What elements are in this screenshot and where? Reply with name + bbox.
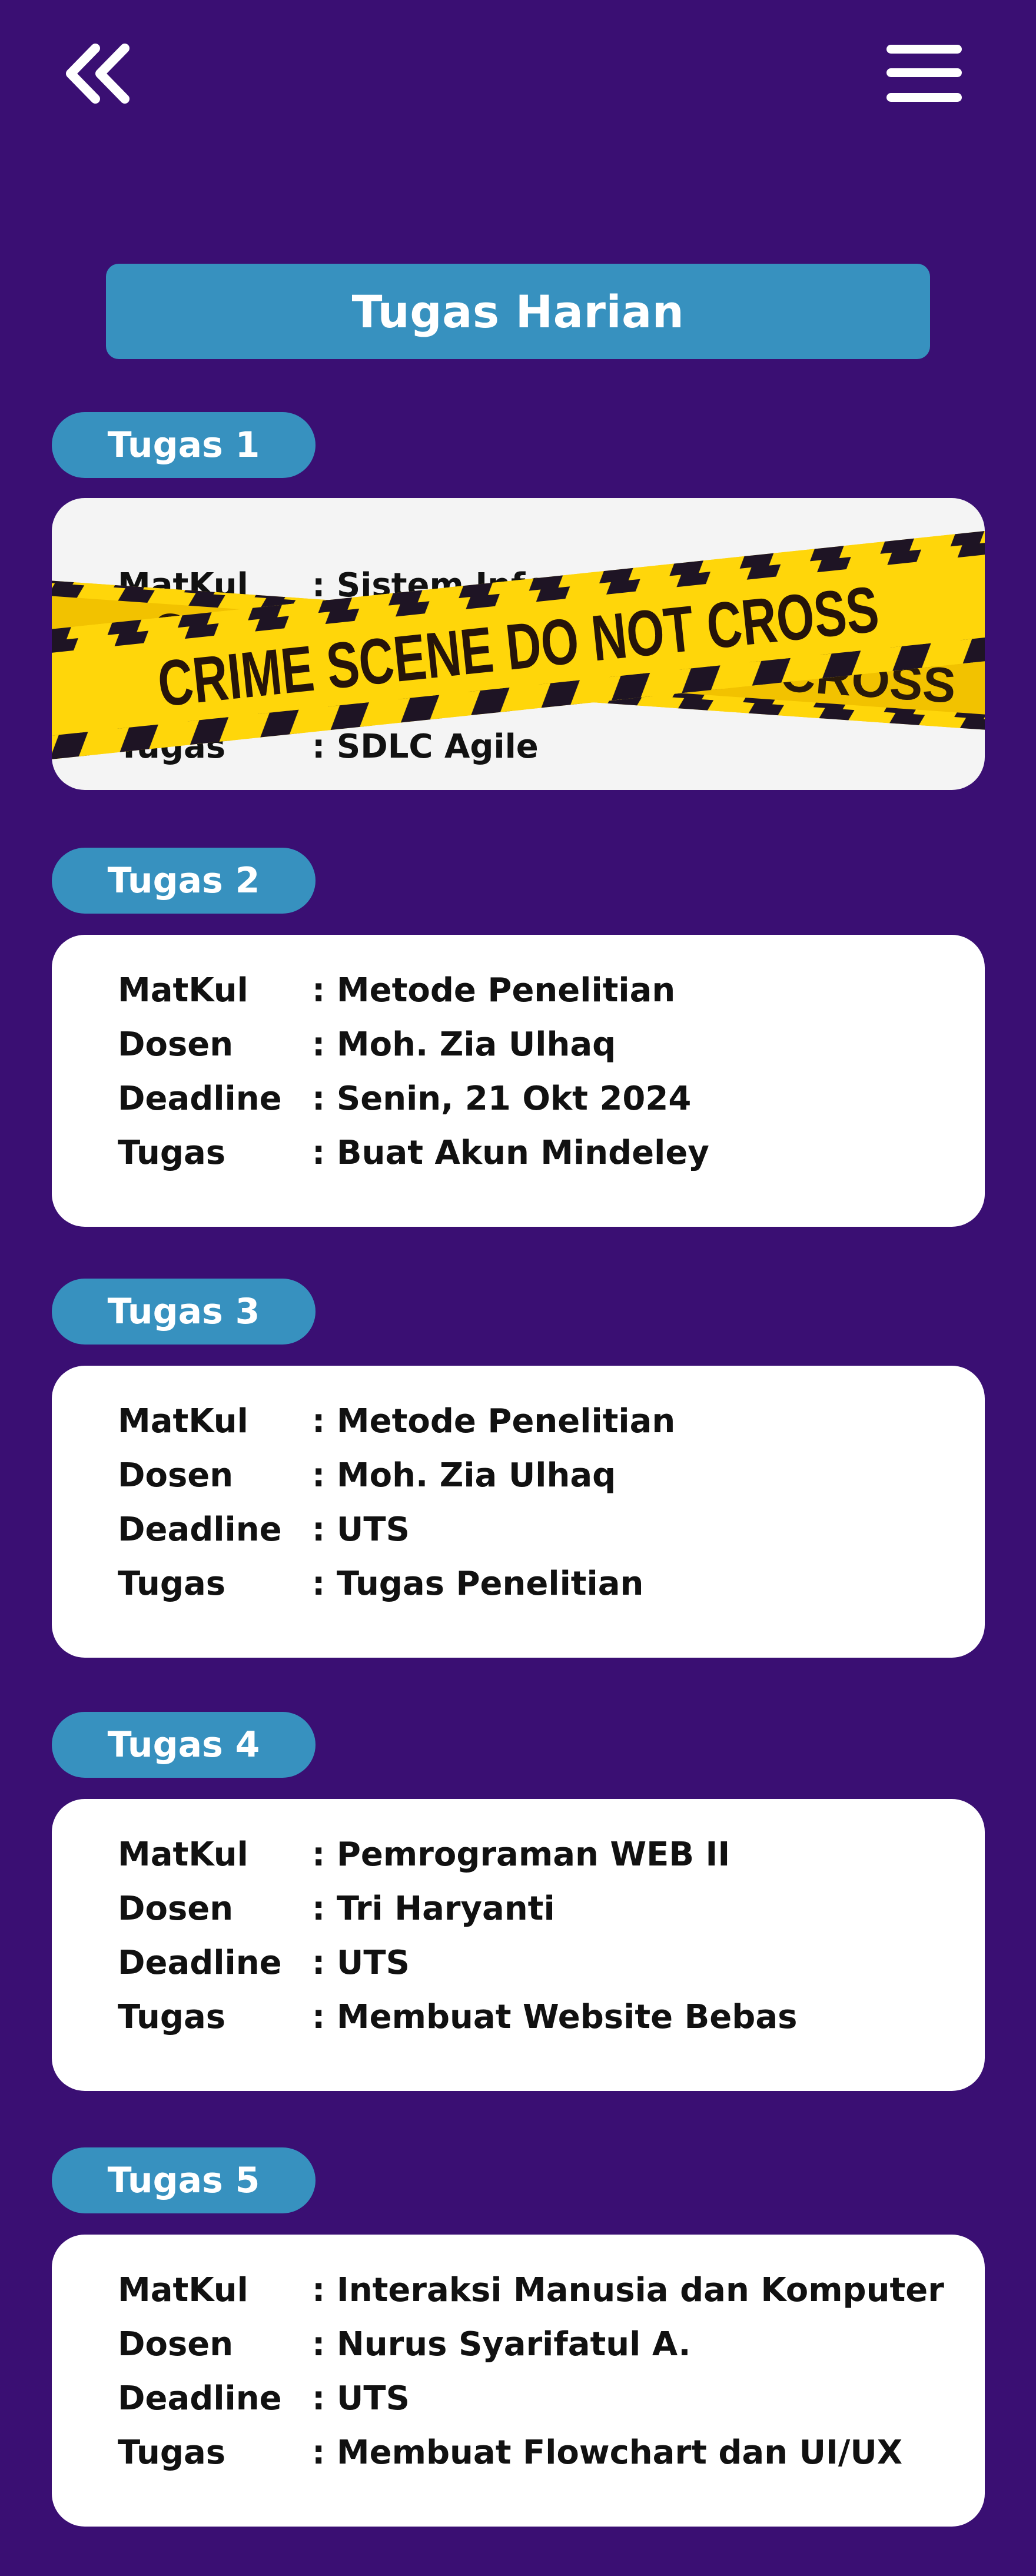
deadline-label: Deadline (118, 1079, 282, 1118)
task-card[interactable]: MatKul : Metode Penelitian Dosen : Moh. … (52, 935, 985, 1227)
task-row-tugas: Tugas : Membuat Website Bebas (118, 1992, 797, 2041)
tugas-label: Tugas (118, 1564, 226, 1603)
task-row-dosen: Dosen : Nurus Syarifatul A. (118, 2319, 691, 2369)
tugas-label: Tugas (118, 1997, 226, 2036)
tugas-value: : Membuat Flowchart dan UI/UX (312, 2433, 902, 2472)
task-badge: Tugas 1 (52, 412, 316, 478)
task-row-matkul: MatKul : Metode Penelitian (118, 965, 675, 1015)
dosen-label: Dosen (118, 1889, 234, 1928)
task-row-dosen: Dosen : Tri Haryanti (118, 1884, 555, 1933)
daily-tasks-screen: Tugas Harian Tugas 1 MatKul : Sistem Inf… (0, 0, 1036, 2576)
task-row-tugas: Tugas : Membuat Flowchart dan UI/UX (118, 2428, 902, 2477)
dosen-value: : Nurus Syarifatul A. (312, 2325, 691, 2363)
menu-button[interactable] (883, 41, 965, 106)
tugas-label: Tugas (118, 2433, 226, 2472)
matkul-label: MatKul (118, 971, 248, 1010)
task-row-tugas: Tugas : Buat Akun Mindeley (118, 1128, 709, 1177)
task-card[interactable]: MatKul : Metode Penelitian Dosen : Moh. … (52, 1366, 985, 1658)
tugas-value: : Tugas Penelitian (312, 1564, 644, 1603)
matkul-value: : Pemrograman WEB II (312, 1835, 730, 1874)
deadline-value: : UTS (312, 2379, 410, 2418)
task-row-deadline: Deadline : UTS (118, 1505, 410, 1554)
task-row-deadline: Deadline : UTS (118, 2373, 410, 2423)
dosen-value: : Moh. Zia Ulhaq (312, 1025, 616, 1064)
task-row-matkul: MatKul : Pemrograman WEB II (118, 1830, 730, 1879)
task-badge: Tugas 4 (52, 1712, 316, 1778)
task-row-dosen: Dosen : Moh. Zia Ulhaq (118, 1450, 616, 1500)
matkul-value: : Metode Penelitian (312, 1402, 676, 1440)
tugas-value: : Buat Akun Mindeley (312, 1133, 709, 1172)
matkul-label: MatKul (118, 2270, 248, 2309)
page-title: Tugas Harian (106, 264, 930, 359)
task-badge: Tugas 5 (52, 2147, 316, 2213)
double-chevron-left-icon (66, 44, 130, 104)
matkul-label: MatKul (118, 1402, 248, 1440)
task-card[interactable]: MatKul : Interaksi Manusia dan Komputer … (52, 2235, 985, 2527)
task-row-dosen: Dosen : Moh. Zia Ulhaq (118, 1020, 616, 1069)
task-badge: Tugas 2 (52, 848, 316, 914)
dosen-value: : Tri Haryanti (312, 1889, 555, 1928)
back-button[interactable] (59, 35, 153, 112)
task-card[interactable]: MatKul : Sistem Informasi Tugas : SDLC A… (52, 498, 985, 790)
tugas-value: : Membuat Website Bebas (312, 1997, 798, 2036)
task-row-tugas: Tugas : Tugas Penelitian (118, 1559, 643, 1608)
deadline-label: Deadline (118, 1943, 282, 1982)
matkul-label: MatKul (118, 1835, 248, 1874)
deadline-value: : Senin, 21 Okt 2024 (312, 1079, 692, 1118)
matkul-value: : Interaksi Manusia dan Komputer (312, 2270, 944, 2309)
task-badge: Tugas 3 (52, 1279, 316, 1345)
task-row-deadline: Deadline : UTS (118, 1938, 410, 1987)
task-row-deadline: Deadline : Senin, 21 Okt 2024 (118, 1074, 691, 1123)
deadline-value: : UTS (312, 1510, 410, 1549)
deadline-value: : UTS (312, 1943, 410, 1982)
task-row-matkul: MatKul : Metode Penelitian (118, 1396, 675, 1446)
dosen-value: : Moh. Zia Ulhaq (312, 1456, 616, 1495)
task-card[interactable]: MatKul : Pemrograman WEB II Dosen : Tri … (52, 1799, 985, 2091)
dosen-label: Dosen (118, 1025, 234, 1064)
dosen-label: Dosen (118, 1456, 234, 1495)
deadline-label: Deadline (118, 1510, 282, 1549)
dosen-label: Dosen (118, 2325, 234, 2363)
crime-scene-tape-image: CRIM CROSS CRIME SCENE DO NOT CROSS (52, 526, 985, 763)
tugas-label: Tugas (118, 1133, 226, 1172)
task-row-matkul: MatKul : Interaksi Manusia dan Komputer (118, 2265, 944, 2315)
deadline-label: Deadline (118, 2379, 282, 2418)
matkul-value: : Metode Penelitian (312, 971, 676, 1010)
